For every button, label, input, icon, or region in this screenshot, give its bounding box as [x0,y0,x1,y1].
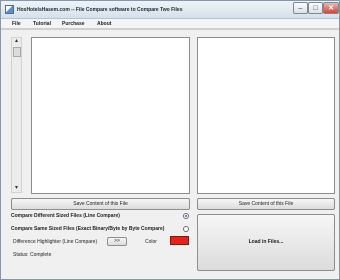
option-different-sized-radio[interactable] [183,213,189,219]
highlighter-button[interactable]: >> [107,237,127,246]
menu-file[interactable]: File [12,21,21,27]
minimize-button[interactable]: – [293,2,308,14]
highlight-color-swatch[interactable] [170,236,189,245]
option-different-sized-label: Compare Different Sized Files (Line Comp… [11,213,120,219]
menu-bar: File Tutorial Purchase About [1,19,339,29]
scroll-down-arrow-icon[interactable]: ▾ [11,184,22,193]
option-same-sized-label: Compare Same Sized Files (Exact Binary/B… [11,226,165,232]
title-bar[interactable]: HosHotelsHasem.com -- File Compare softw… [1,1,339,19]
scroll-up-arrow-icon[interactable]: ▴ [11,37,22,46]
status-text: Status: Complete [13,252,52,258]
left-file-pane[interactable] [31,37,190,194]
close-button[interactable]: ✕ [323,2,339,14]
scroll-thumb[interactable] [13,47,21,57]
load-files-button[interactable]: Load in Files... [197,214,335,271]
save-left-file-button[interactable]: Save Content of this File [11,198,190,210]
window-title: HosHotelsHasem.com -- File Compare softw… [17,7,183,13]
right-file-pane[interactable] [197,37,335,194]
menu-about[interactable]: About [97,21,111,27]
app-icon [5,5,14,14]
save-right-file-button[interactable]: Save Content of this File [197,198,335,210]
menu-tutorial[interactable]: Tutorial [33,21,51,27]
maximize-button[interactable]: □ [308,2,323,14]
menu-purchase[interactable]: Purchase [62,21,85,27]
scrollbar[interactable] [11,37,22,193]
highlighter-label: Difference Highlighter (Line Compare) [13,239,98,245]
option-same-sized-radio[interactable] [183,226,189,232]
color-label: Color [145,239,157,245]
